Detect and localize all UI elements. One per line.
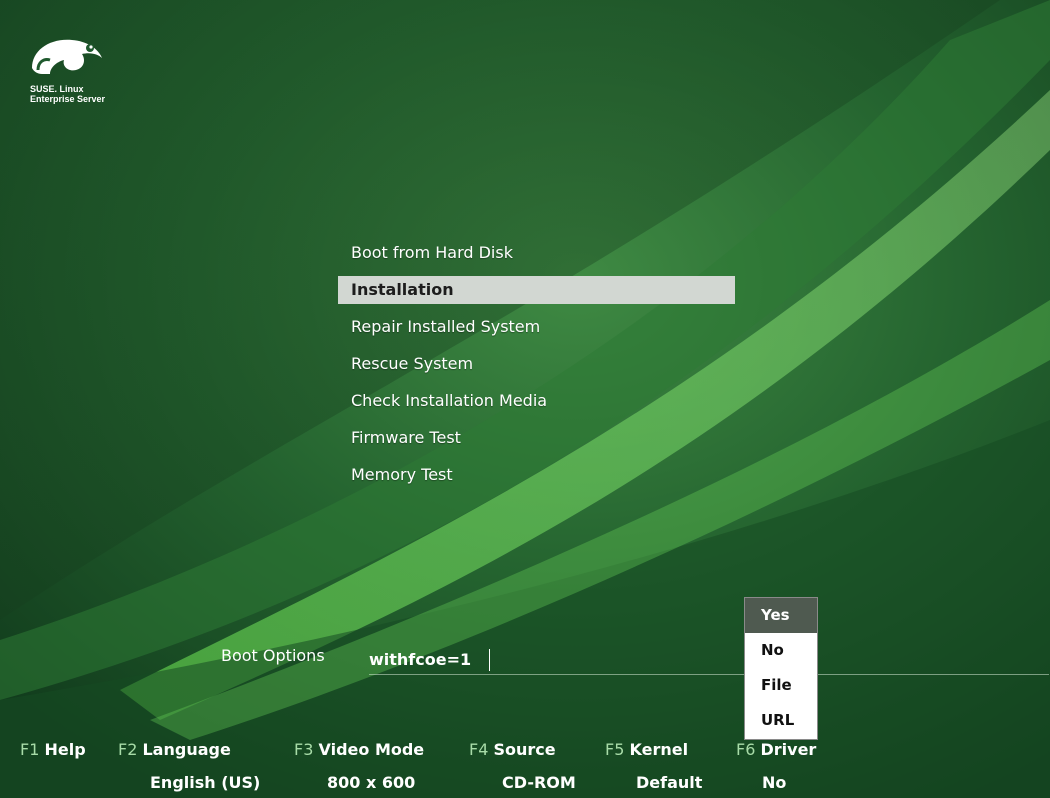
fkey-language-label: Language [142, 740, 231, 759]
popup-option-no[interactable]: No [745, 633, 817, 668]
fkey-source[interactable]: F4 Source [469, 740, 556, 759]
menu-item-firmware-test[interactable]: Firmware Test [338, 420, 735, 457]
fkey-driver-label: Driver [760, 740, 817, 759]
boot-options-input[interactable] [369, 644, 1049, 675]
fkey-f5: F5 [605, 740, 625, 759]
boot-options-label: Boot Options [221, 646, 325, 665]
logo-line-1: SUSE. Linux [30, 84, 84, 94]
fkey-kernel[interactable]: F5 Kernel [605, 740, 688, 759]
menu-item-memory-test[interactable]: Memory Test [338, 457, 735, 494]
fkey-f1: F1 [20, 740, 40, 759]
fkey-language[interactable]: F2 Language [118, 740, 231, 759]
boot-menu: Boot from Hard Disk Installation Repair … [338, 235, 735, 494]
fkey-f3: F3 [294, 740, 314, 759]
fkey-f4: F4 [469, 740, 489, 759]
menu-item-boot-hard-disk[interactable]: Boot from Hard Disk [338, 235, 735, 272]
fkey-f2: F2 [118, 740, 138, 759]
popup-option-yes[interactable]: Yes [745, 598, 817, 633]
fkey-f6: F6 [736, 740, 756, 759]
chameleon-icon [32, 39, 102, 74]
popup-option-file[interactable]: File [745, 668, 817, 703]
menu-item-repair-installed-system[interactable]: Repair Installed System [338, 309, 735, 346]
suse-logo: SUSE. Linux Enterprise Server [28, 32, 178, 122]
fkey-source-value: CD-ROM [502, 773, 576, 792]
text-caret [489, 649, 490, 671]
fkey-video-mode-value: 800 x 600 [327, 773, 416, 792]
fkey-driver[interactable]: F6 Driver [736, 740, 816, 759]
fkey-driver-value: No [762, 773, 787, 792]
fkey-video-mode-label: Video Mode [318, 740, 425, 759]
menu-item-rescue-system[interactable]: Rescue System [338, 346, 735, 383]
fkey-language-value: English (US) [150, 773, 261, 792]
fkey-help[interactable]: F1 Help [20, 740, 86, 759]
fkey-source-label: Source [493, 740, 556, 759]
function-key-bar: F1 Help F2 Language F3 Video Mode F4 Sou… [0, 740, 1050, 798]
fkey-help-label: Help [44, 740, 86, 759]
fkey-kernel-label: Kernel [629, 740, 689, 759]
fkey-video-mode[interactable]: F3 Video Mode [294, 740, 424, 759]
fkey-kernel-value: Default [636, 773, 703, 792]
driver-popup: Yes No File URL [744, 597, 818, 740]
logo-line-2: Enterprise Server [30, 94, 106, 104]
menu-item-check-installation-media[interactable]: Check Installation Media [338, 383, 735, 420]
menu-item-installation[interactable]: Installation [338, 276, 735, 304]
popup-option-url[interactable]: URL [745, 703, 817, 738]
